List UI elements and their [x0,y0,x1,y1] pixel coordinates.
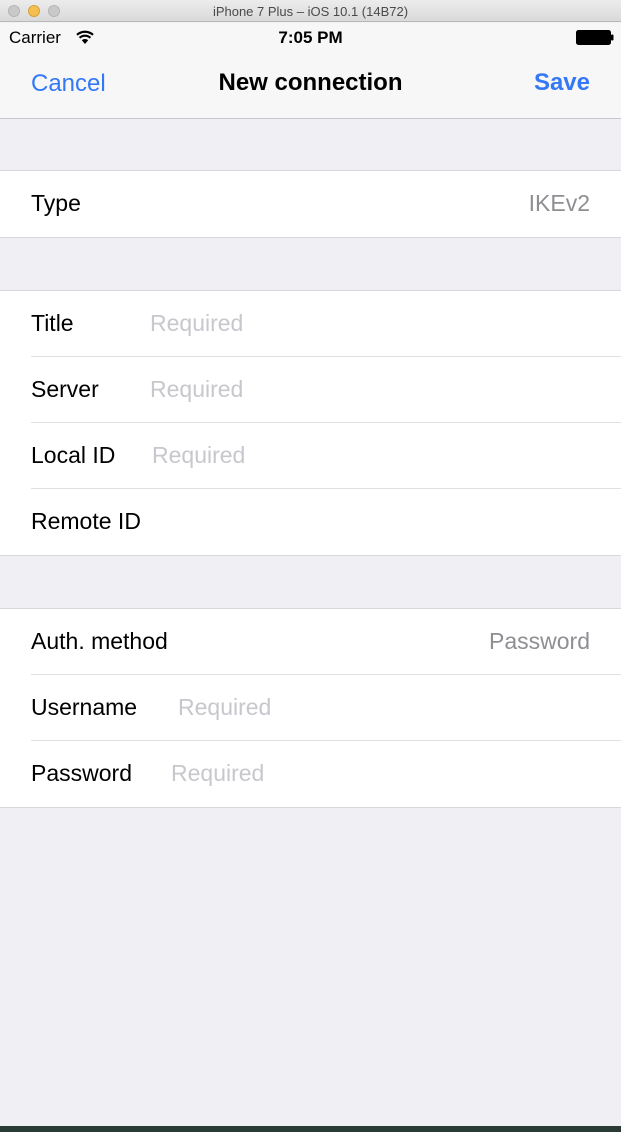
navigation-bar: Cancel New connection Save [0,55,621,119]
username-row: Username [31,675,621,741]
auth-method-row[interactable]: Auth. method Password [31,609,621,675]
remote-id-label: Remote ID [31,508,141,534]
auth-method-label: Auth. method [31,628,168,654]
battery-icon [576,30,614,45]
title-label: Title [31,310,74,336]
password-label: Password [31,760,132,786]
type-section: Type IKEv2 [0,170,621,238]
server-input[interactable] [150,372,480,406]
save-button[interactable]: Save [534,69,590,97]
status-time: 7:05 PM [278,28,343,47]
title-row: Title [31,291,621,357]
username-input[interactable] [178,690,478,724]
server-row: Server [31,357,621,423]
page-title: New connection [218,69,403,96]
authentication-section: Auth. method Password Username Password [0,608,621,808]
username-label: Username [31,694,138,720]
desktop-background-strip [0,1126,621,1132]
remote-id-input[interactable] [176,504,476,538]
local-id-input[interactable] [152,438,482,472]
local-id-row: Local ID [31,423,621,489]
simulator-title-bar: iPhone 7 Plus – iOS 10.1 (14B72) [0,0,621,22]
type-label: Type [31,190,81,216]
title-input[interactable] [150,306,480,340]
simulator-title: iPhone 7 Plus – iOS 10.1 (14B72) [212,4,409,19]
connection-details-section: Title Server Local ID Remote ID [0,290,621,556]
server-label: Server [31,376,99,402]
auth-method-value: Password [489,628,590,654]
type-value: IKEv2 [528,190,590,216]
local-id-label: Local ID [31,442,116,468]
password-input[interactable] [171,756,471,790]
password-row: Password [31,741,621,807]
status-bar: Carrier 7:05 PM [0,23,621,55]
remote-id-row: Remote ID [31,489,621,555]
type-row[interactable]: Type IKEv2 [31,171,621,237]
